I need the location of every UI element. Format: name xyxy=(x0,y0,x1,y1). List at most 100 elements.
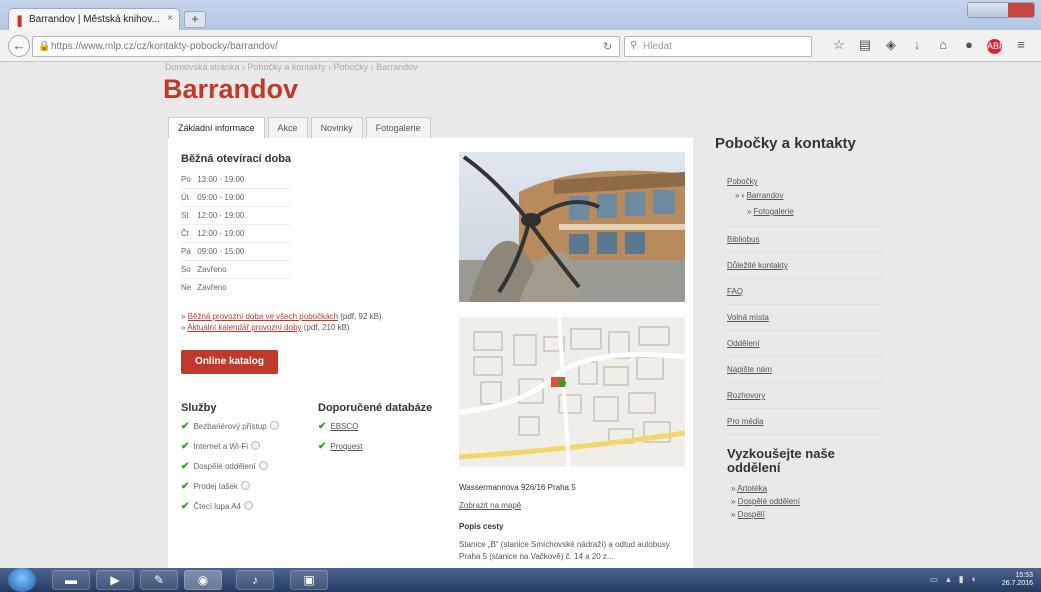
branch-photo xyxy=(459,152,685,302)
sidebar-item-bibliobus[interactable]: Bibliobus xyxy=(727,227,883,253)
databases-title: Doporučené databáze xyxy=(318,402,433,414)
tab-events[interactable]: Akce xyxy=(267,117,308,138)
tab-basic-info[interactable]: Základní informace xyxy=(168,117,265,138)
check-icon: ✔ xyxy=(181,421,190,432)
sidebar-item-pobocky[interactable]: Pobočky xyxy=(727,169,883,189)
web-page: Domovská stránka › Pobočky a kontakty › … xyxy=(0,62,1041,568)
info-icon[interactable] xyxy=(269,421,279,430)
lock-icon: 🔒 xyxy=(38,41,51,52)
sidebar-item-departments[interactable]: Oddělení xyxy=(727,331,883,357)
check-icon: ✔ xyxy=(181,461,190,472)
sidebar-item-fotogalerie[interactable]: » Fotogalerie xyxy=(727,205,883,227)
bookmark-star-icon[interactable]: ☆ xyxy=(826,37,852,57)
branch-address: Wassermannova 926/16 Praha 5 xyxy=(459,483,576,492)
database-item: ✔ Proquest xyxy=(318,441,432,461)
system-tray-icons[interactable]: ▭▴▮◐ xyxy=(930,574,985,585)
check-icon: ✔ xyxy=(181,441,190,452)
pocket-icon[interactable]: ◈ xyxy=(878,37,904,57)
service-item: ✔ Internet a Wi-Fi xyxy=(181,441,279,461)
app-icon[interactable]: ♪ xyxy=(236,570,274,590)
download-icon[interactable]: ↓ xyxy=(904,37,930,57)
info-icon[interactable] xyxy=(240,481,250,490)
sidebar-item-contacts[interactable]: Důležité kontakty xyxy=(727,253,883,279)
url-bar[interactable]: 🔒 https://www.mlp.cz/cz/kontakty-pobocky… xyxy=(32,36,620,57)
hours-row: Čt 12:00 - 19:00 xyxy=(181,225,291,243)
url-text: https://www.mlp.cz/cz/kontakty-pobocky/b… xyxy=(51,41,278,52)
media-player-icon[interactable]: ▶ xyxy=(96,570,134,590)
page-title: Barrandov xyxy=(163,74,299,104)
sidebar-title: Pobočky a kontakty xyxy=(715,135,856,152)
sidebar-department-list: » Artotéka » Dospělé oddělení » Dospělí xyxy=(731,484,885,523)
sync-icon[interactable]: ● xyxy=(956,37,982,57)
services-title: Služby xyxy=(181,402,217,414)
calendar-pdf-link[interactable]: Aktuální kalendář provozní doby xyxy=(187,323,301,332)
tools-icon[interactable]: ✎ xyxy=(140,570,178,590)
opening-hours-title: Běžná otevírací doba xyxy=(181,153,292,165)
sidebar-item-barrandov[interactable]: » ‹ Barrandov xyxy=(727,189,883,205)
page-tabs: Základní informace Akce Novinky Fotogale… xyxy=(168,117,431,138)
main-content: Běžná otevírací doba Po 13:00 - 19:00 Út… xyxy=(168,138,693,568)
services-section: Služby ✔ Bezbariérový přístup ✔ Internet a… xyxy=(181,402,279,521)
site-favicon-icon: ❚ xyxy=(15,15,25,27)
hours-row: Ne Zavřeno xyxy=(181,283,227,292)
location-map[interactable] xyxy=(459,317,685,467)
service-item: ✔ Dospělé oddělení xyxy=(181,461,279,481)
menu-icon[interactable]: ≡ xyxy=(1008,37,1034,57)
sidebar: Pobočky a kontakty Pobočky » ‹ Barrandov… xyxy=(705,126,885,566)
reload-icon[interactable]: ↻ xyxy=(603,40,612,53)
browser-tab[interactable]: ❚ Barrandov | Městská knihov... × xyxy=(8,8,180,30)
department-item[interactable]: » Dospělí xyxy=(731,510,885,523)
department-item[interactable]: » Dospělé oddělení xyxy=(731,497,885,510)
home-icon[interactable]: ⌂ xyxy=(930,37,956,57)
service-item: ✔ Čtecí lupa A4 xyxy=(181,501,279,521)
sidebar-item-jobs[interactable]: Volná místa xyxy=(727,305,883,331)
hours-row: Po 13:00 - 19:00 xyxy=(181,171,291,189)
start-button[interactable] xyxy=(8,568,36,592)
window-close-button[interactable] xyxy=(1008,3,1034,17)
sidebar-item-interviews[interactable]: Rozhovory xyxy=(727,383,883,409)
new-tab-button[interactable]: + xyxy=(184,11,206,28)
sidebar-item-faq[interactable]: FAQ xyxy=(727,279,883,305)
window-controls[interactable] xyxy=(967,2,1035,18)
regular-hours-pdf-link[interactable]: Běžná provozní doba ve všech pobočkách xyxy=(188,312,338,321)
file-link-item: » Běžná provozní doba ve všech pobočkách… xyxy=(181,312,382,321)
show-on-map-link[interactable]: Zobrazit na mapě xyxy=(459,501,685,510)
file-link-item: » Aktuální kalendář provozní doby (pdf, … xyxy=(181,323,350,332)
hours-row: So Zavřeno xyxy=(181,261,291,279)
online-catalog-button[interactable]: Online katalog xyxy=(181,350,278,374)
info-icon[interactable] xyxy=(258,461,268,470)
tab-news[interactable]: Novinky xyxy=(310,117,363,138)
route-title: Popis cesty xyxy=(459,522,504,531)
search-input[interactable]: ⚲ Hledat xyxy=(624,36,812,57)
clock-time: 15:53 xyxy=(1015,572,1033,579)
sidebar-item-media[interactable]: Pro média xyxy=(727,409,883,435)
window-icon[interactable]: ▣ xyxy=(290,570,328,590)
close-tab-icon[interactable]: × xyxy=(167,13,173,24)
bookmarks-list-icon[interactable]: ▤ xyxy=(852,37,878,57)
sidebar-item-write-us[interactable]: Napište nám xyxy=(727,357,883,383)
toolbar-icons: ☆ ▤ ◈ ↓ ⌂ ● ABP ≡ xyxy=(826,37,1034,57)
database-link-ebsco[interactable]: EBSCO xyxy=(330,422,358,431)
service-item: ✔ Prodej tašek xyxy=(181,481,279,501)
browser-navbar: ← 🔒 https://www.mlp.cz/cz/kontakty-poboc… xyxy=(0,30,1041,62)
tab-gallery[interactable]: Fotogalerie xyxy=(365,117,431,138)
file-explorer-icon[interactable]: ▬ xyxy=(52,570,90,590)
database-link-proquest[interactable]: Proquest xyxy=(330,442,362,451)
service-item: ✔ Bezbariérový přístup xyxy=(181,421,279,441)
search-icon: ⚲ xyxy=(630,40,638,51)
firefox-icon[interactable]: ◉ xyxy=(184,570,222,590)
breadcrumb: Domovská stránka › Pobočky a kontakty › … xyxy=(165,62,418,72)
hours-row: St 12:00 - 19:00 xyxy=(181,207,291,225)
sidebar-nav: Pobočky » ‹ Barrandov » Fotogalerie Bibl… xyxy=(727,169,883,435)
address-block: Wassermannova 926/16 Praha 5 Zobrazit na… xyxy=(459,483,685,563)
department-item[interactable]: » Artotéka xyxy=(731,484,885,497)
info-icon[interactable] xyxy=(251,441,261,450)
search-placeholder: Hledat xyxy=(643,41,672,52)
clock[interactable]: 15:53 26.7.2016 xyxy=(1002,572,1033,588)
info-icon[interactable] xyxy=(243,501,253,510)
route-description: Stanice „B“ (stanice Smíchovské nádraží)… xyxy=(459,540,670,561)
adblock-icon[interactable]: ABP xyxy=(987,39,1005,54)
window-titlebar: ❚ Barrandov | Městská knihov... × + xyxy=(0,0,1041,30)
back-button[interactable]: ← xyxy=(8,35,30,57)
file-links: » Běžná provozní doba ve všech pobočkách… xyxy=(181,312,382,334)
